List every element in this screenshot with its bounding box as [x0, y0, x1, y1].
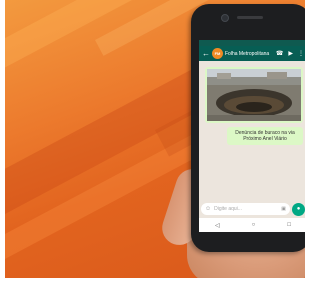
more-vertical-icon[interactable]: ⋮ — [298, 51, 304, 57]
recents-nav-icon[interactable]: □ — [287, 222, 291, 228]
mic-button[interactable]: ● — [292, 202, 305, 216]
message-composer: ☺ Digite aqui... ▣ ● — [201, 202, 305, 216]
text-message[interactable]: Denúncia de buraco na via Próximo Anel V… — [227, 127, 303, 145]
microphone-icon: ● — [296, 206, 301, 212]
video-call-icon[interactable]: ▶ — [288, 51, 293, 57]
message-list: Denúncia de buraco na via Próximo Anel V… — [199, 61, 305, 196]
road-crater-photo — [207, 69, 301, 121]
home-nav-icon[interactable]: ○ — [252, 222, 256, 228]
phone-icon[interactable]: ☎ — [276, 51, 283, 57]
android-nav-bar: ◁ ○ □ — [199, 218, 305, 232]
avatar[interactable]: FM — [212, 48, 223, 59]
smartphone: ← FM Folha Metropolitana ☎ ▶ ⋮ Denúncia … — [191, 4, 305, 252]
message-input[interactable]: ☺ Digite aqui... ▣ — [201, 203, 290, 215]
image-message[interactable] — [205, 67, 303, 123]
orange-background: ← FM Folha Metropolitana ☎ ▶ ⋮ Denúncia … — [5, 0, 305, 278]
camera-icon[interactable]: ▣ — [281, 206, 286, 212]
arrow-back-icon[interactable]: ← — [202, 49, 210, 58]
emoji-icon[interactable]: ☺ — [205, 206, 211, 212]
phone-screen: ← FM Folha Metropolitana ☎ ▶ ⋮ Denúncia … — [199, 40, 305, 232]
message-placeholder: Digite aqui... — [214, 206, 242, 212]
earpiece-speaker — [237, 16, 263, 19]
chat-header: ← FM Folha Metropolitana ☎ ▶ ⋮ — [199, 46, 305, 61]
chat-title[interactable]: Folha Metropolitana — [225, 51, 271, 57]
back-nav-icon[interactable]: ◁ — [215, 222, 220, 229]
front-camera — [221, 14, 229, 22]
